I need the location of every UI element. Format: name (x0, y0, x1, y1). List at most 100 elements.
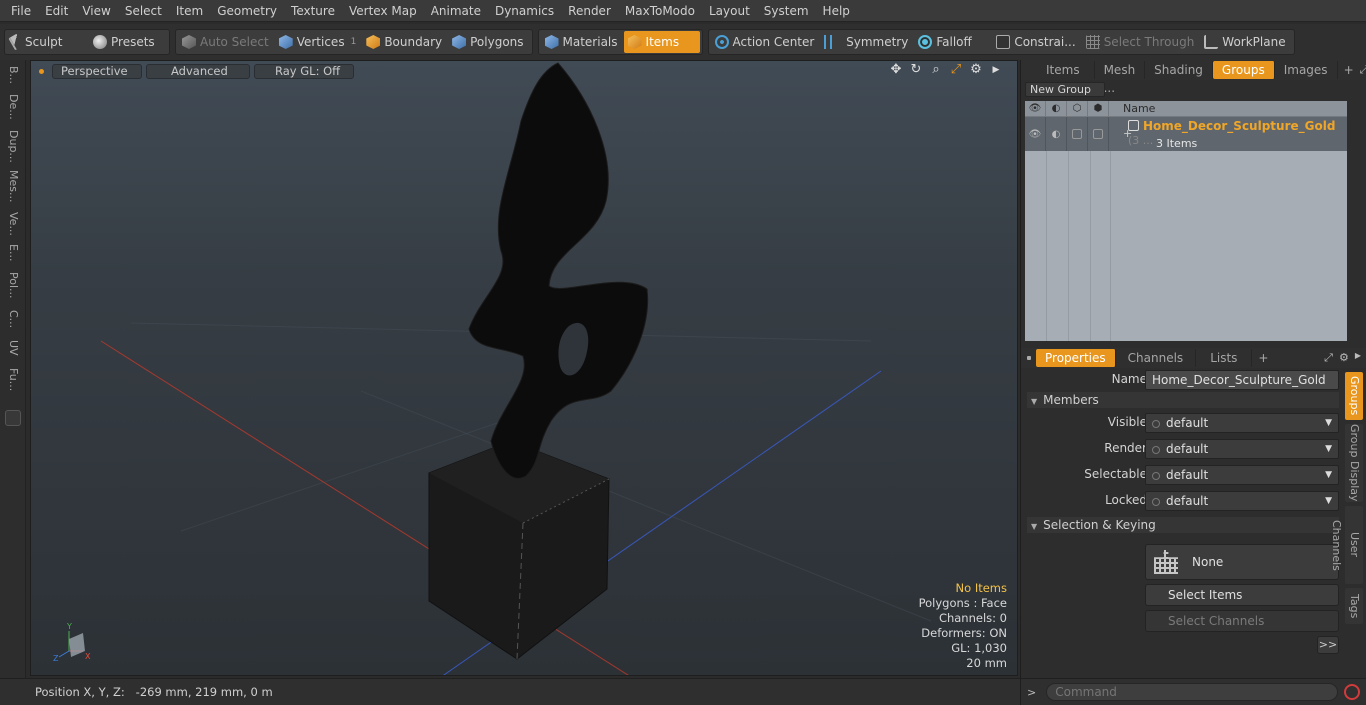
maximize-icon[interactable]: ⤢ (1360, 63, 1366, 77)
gear-icon[interactable]: ⚙ (969, 63, 983, 77)
materials-button[interactable]: Materials (541, 31, 624, 53)
none-selection-button[interactable]: None (1145, 544, 1339, 580)
select-column-icon[interactable]: ⬢ (1088, 100, 1109, 117)
add-tab-icon[interactable]: + (1252, 351, 1274, 365)
menu-animate[interactable]: Animate (424, 0, 488, 22)
side-tab-tags[interactable]: Tags (1345, 588, 1363, 624)
groups-scrollbar[interactable] (1347, 101, 1363, 341)
tab-properties[interactable]: Properties (1036, 349, 1116, 367)
tab-mesh[interactable]: Mesh ... (1095, 61, 1146, 95)
pan-icon[interactable]: ✥ (889, 63, 903, 77)
name-column-header[interactable]: Name (1109, 102, 1155, 115)
zoom-icon[interactable]: ⌕ (929, 63, 943, 77)
vertices-count: 1 (350, 37, 357, 47)
menu-vertex-map[interactable]: Vertex Map (342, 0, 424, 22)
maximize-icon[interactable]: ⤢ (1324, 351, 1333, 365)
select-through-button[interactable]: Select Through (1082, 31, 1201, 53)
render-column-icon[interactable]: ◐ (1046, 100, 1067, 117)
left-tab-mesh-edit[interactable]: Mes... (4, 170, 22, 202)
menu-item[interactable]: Item (169, 0, 210, 22)
members-section-header[interactable]: ▼ Members (1027, 392, 1339, 408)
symmetry-button[interactable]: Symmetry (820, 31, 914, 53)
left-tab-uv[interactable]: UV (4, 340, 22, 356)
side-tab-groups[interactable]: Groups (1345, 372, 1363, 420)
selectable-dropdown[interactable]: default ▼ (1145, 465, 1339, 485)
polygons-button[interactable]: Polygons (448, 31, 529, 53)
menu-geometry[interactable]: Geometry (210, 0, 284, 22)
presets-button[interactable]: Presets (89, 31, 161, 53)
panel-menu-dot[interactable] (1027, 356, 1031, 360)
select-channels-button[interactable]: Select Channels (1145, 610, 1339, 632)
gear-icon[interactable]: ⚙ (1339, 351, 1349, 365)
menu-layout[interactable]: Layout (702, 0, 757, 22)
viewport-menu-dot[interactable] (39, 68, 44, 74)
channel-dot-icon (1152, 472, 1160, 480)
workplane-button[interactable]: WorkPlane (1200, 31, 1291, 53)
shading-mode-dropdown[interactable]: Advanced (146, 63, 250, 79)
position-readout: Position X, Y, Z: -269 mm, 219 mm, 0 m (35, 685, 273, 699)
left-tab-duplicate[interactable]: Dup... (4, 130, 22, 163)
lock-column-icon[interactable]: ⬡ (1067, 100, 1088, 117)
auto-select-button[interactable]: Auto Select (178, 31, 275, 53)
menu-help[interactable]: Help (816, 0, 857, 22)
tab-images[interactable]: Images (1275, 61, 1338, 79)
visibility-column-icon[interactable]: 👁 (1025, 100, 1046, 117)
left-tab-basic[interactable]: B... (4, 66, 22, 84)
sculpt-button[interactable]: Sculpt (7, 31, 89, 53)
expand-arrow-icon[interactable]: ▶ (1355, 351, 1361, 365)
dropdown-arrow-icon: ▼ (1325, 496, 1332, 506)
group-visibility-toggle[interactable]: 👁 (1025, 117, 1046, 151)
items-button[interactable]: Items (623, 31, 700, 53)
command-input[interactable] (1046, 683, 1339, 701)
tab-groups[interactable]: Groups (1212, 61, 1275, 79)
record-macro-icon[interactable] (1344, 684, 1361, 700)
3d-viewport[interactable]: Y X Z Perspective Advanced Ray GL: Off ✥… (30, 60, 1018, 676)
menu-maxtomodo[interactable]: MaxToModo (618, 0, 702, 22)
constraints-button[interactable]: Constrai... (992, 31, 1081, 53)
name-field[interactable]: Home_Decor_Sculpture_Gold (3) (1145, 370, 1339, 405)
selection-keying-section-header[interactable]: ▼ Selection & Keying (1027, 517, 1339, 533)
group-render-toggle[interactable]: ◐ (1046, 117, 1067, 151)
action-center-button[interactable]: Action Center (711, 31, 821, 53)
left-tab-curve[interactable]: C... (4, 310, 22, 328)
visible-dropdown[interactable]: default ▼ (1145, 413, 1339, 433)
menu-edit[interactable]: Edit (38, 0, 75, 22)
tab-shading[interactable]: Shading (1145, 61, 1213, 79)
left-tab-fusion[interactable]: Fu... (4, 368, 22, 391)
left-tab-toggle-button[interactable] (5, 410, 21, 426)
locked-dropdown[interactable]: default ▼ (1145, 491, 1339, 511)
group-lock-toggle[interactable] (1067, 117, 1088, 151)
menu-dynamics[interactable]: Dynamics (488, 0, 561, 22)
group-select-toggle[interactable] (1088, 117, 1109, 151)
more-button[interactable]: >> (1317, 636, 1339, 654)
render-dropdown[interactable]: default ▼ (1145, 439, 1339, 459)
sculpture-body[interactable] (468, 62, 649, 479)
menu-render[interactable]: Render (561, 0, 618, 22)
raygl-toggle[interactable]: Ray GL: Off (254, 63, 354, 79)
left-tab-deform[interactable]: De... (4, 94, 22, 120)
side-tab-user-channels[interactable]: User Channels (1330, 506, 1363, 584)
vertices-button[interactable]: Vertices 1 (275, 31, 363, 53)
expand-arrow-icon[interactable]: ▶ (989, 63, 1003, 77)
boundary-button[interactable]: Boundary (362, 31, 448, 53)
menu-texture[interactable]: Texture (284, 0, 342, 22)
tab-items[interactable]: Items (1032, 61, 1095, 79)
left-tab-vertex[interactable]: Ve... (4, 212, 22, 236)
menu-system[interactable]: System (757, 0, 816, 22)
tab-channels[interactable]: Channels (1116, 349, 1197, 367)
view-mode-dropdown[interactable]: Perspective (52, 63, 142, 79)
menu-file[interactable]: File (4, 0, 38, 22)
add-tab-icon[interactable]: + (1338, 63, 1360, 77)
group-row[interactable]: 👁 ◐ + Home_Decor_Sculpture_Gold (3 ... 3… (1025, 117, 1347, 151)
select-items-button[interactable]: Select Items (1145, 584, 1339, 606)
left-tab-polygon[interactable]: Pol... (4, 272, 22, 299)
menu-view[interactable]: View (75, 0, 117, 22)
fit-icon[interactable]: ⤢ (949, 63, 963, 77)
tab-lists[interactable]: Lists (1196, 349, 1253, 367)
new-group-button[interactable]: New Group (1025, 82, 1105, 97)
left-tab-edge[interactable]: E... (4, 244, 22, 261)
rotate-icon[interactable]: ↻ (909, 63, 923, 77)
menu-select[interactable]: Select (118, 0, 169, 22)
side-tab-group-display[interactable]: Group Display (1345, 424, 1363, 502)
falloff-button[interactable]: Falloff (914, 31, 992, 53)
